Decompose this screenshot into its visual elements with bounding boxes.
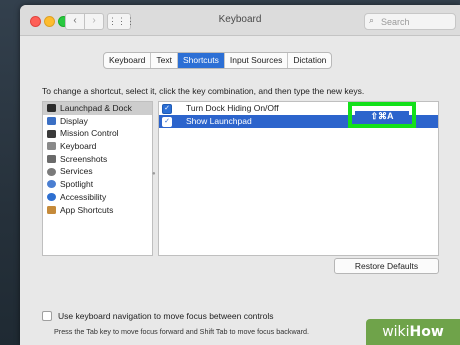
category-label: Launchpad & Dock <box>60 103 132 113</box>
category-services[interactable]: Services <box>43 165 152 178</box>
accessibility-icon <box>47 193 56 202</box>
category-label: App Shortcuts <box>60 204 114 215</box>
search-input[interactable] <box>379 15 453 29</box>
category-launchpad-dock[interactable]: Launchpad & Dock <box>43 102 152 115</box>
shortcut-enabled-checkbox[interactable]: ✓ <box>162 117 172 127</box>
spotlight-icon <box>47 180 56 189</box>
search-icon: ⌕ <box>369 15 375 25</box>
shortcut-enabled-checkbox[interactable]: ✓ <box>162 104 172 114</box>
tab-text[interactable]: Text <box>151 53 178 68</box>
category-display[interactable]: Display <box>43 115 152 128</box>
shortcut-label: Turn Dock Hiding On/Off <box>186 103 279 113</box>
keyboard-preferences-window: ‹ › ⋮⋮⋮ Keyboard ⌕ Keyboard Text Shortcu… <box>20 5 460 345</box>
tab-input-sources[interactable]: Input Sources <box>225 53 289 68</box>
screenshots-icon <box>47 155 56 164</box>
highlighted-key-combination[interactable]: ⇧⌘A <box>348 102 416 128</box>
category-label: Display <box>60 115 88 126</box>
tab-shortcuts[interactable]: Shortcuts <box>177 53 225 68</box>
instructions-text: To change a shortcut, select it, click t… <box>42 86 365 96</box>
keyboard-navigation-option[interactable]: Use keyboard navigation to move focus be… <box>42 311 273 321</box>
category-label: Mission Control <box>60 128 119 139</box>
tab-bar: Keyboard Text Shortcuts Input Sources Di… <box>103 52 333 69</box>
keyboard-navigation-note: Press the Tab key to move focus forward … <box>54 327 310 336</box>
tab-keyboard[interactable]: Keyboard <box>104 53 152 68</box>
services-gear-icon <box>47 167 56 176</box>
keyboard-navigation-label: Use keyboard navigation to move focus be… <box>58 311 274 321</box>
watermark-prefix: wiki <box>382 324 410 340</box>
wikihow-watermark: wikiHow <box>366 319 460 345</box>
restore-defaults-button[interactable]: Restore Defaults <box>334 258 439 274</box>
category-mission-control[interactable]: Mission Control <box>43 127 152 140</box>
category-label: Services <box>60 166 93 177</box>
split-view-handle[interactable]: ● <box>152 171 156 177</box>
search-field[interactable]: ⌕ <box>364 13 456 30</box>
mission-control-icon <box>47 129 56 138</box>
watermark-suffix: How <box>409 324 444 340</box>
category-screenshots[interactable]: Screenshots <box>43 153 152 166</box>
app-shortcuts-icon <box>47 205 56 214</box>
title-bar: ‹ › ⋮⋮⋮ Keyboard ⌕ <box>20 5 460 36</box>
category-keyboard[interactable]: Keyboard <box>43 140 152 153</box>
shortcut-label: Show Launchpad <box>186 116 252 126</box>
category-label: Keyboard <box>60 141 97 152</box>
category-app-shortcuts[interactable]: App Shortcuts <box>43 204 152 217</box>
tab-dictation[interactable]: Dictation <box>288 53 331 68</box>
category-label: Accessibility <box>60 191 107 202</box>
category-label: Spotlight <box>60 179 94 190</box>
launchpad-dock-icon <box>47 104 56 113</box>
shortcut-category-list: Launchpad & Dock Display Mission Control… <box>42 101 153 256</box>
display-icon <box>47 117 56 126</box>
category-label: Screenshots <box>60 153 108 164</box>
keyboard-navigation-checkbox[interactable] <box>42 311 52 321</box>
category-accessibility[interactable]: Accessibility <box>43 191 152 204</box>
keyboard-icon <box>47 142 56 151</box>
shortcut-key[interactable]: ⇧⌘A <box>355 111 409 121</box>
category-spotlight[interactable]: Spotlight <box>43 178 152 191</box>
